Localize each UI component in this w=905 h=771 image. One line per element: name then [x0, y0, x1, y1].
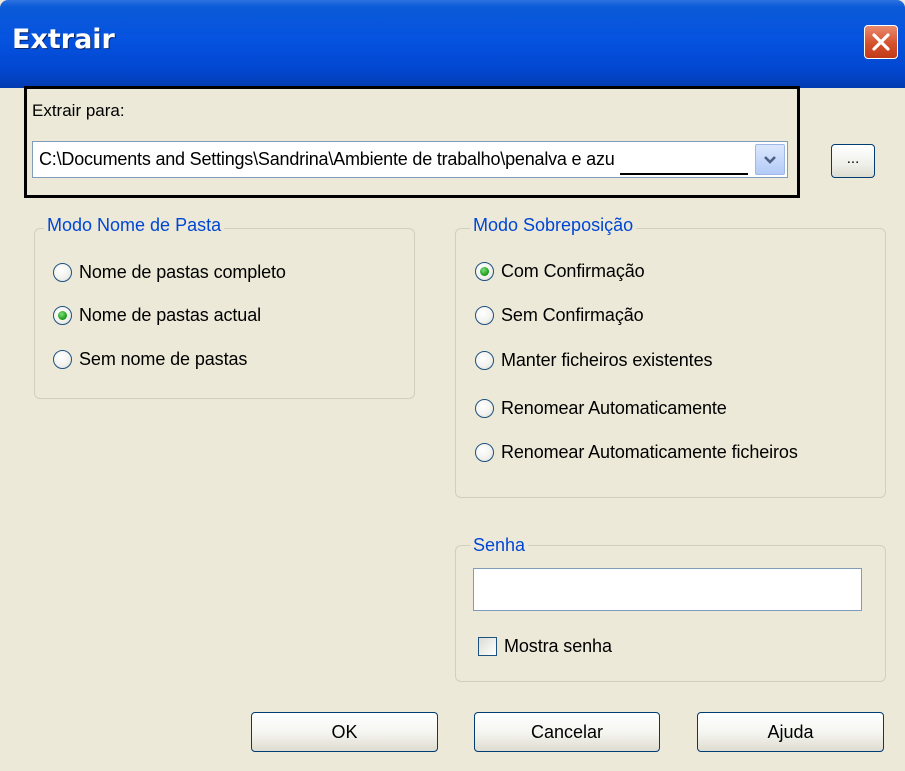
folder-mode-option-none[interactable]: Sem nome de pastas [53, 346, 247, 372]
show-password-checkbox-row[interactable]: Mostra senha [478, 633, 612, 659]
path-dropdown-button[interactable] [755, 144, 785, 175]
radio-button-checked[interactable] [53, 305, 72, 325]
overwrite-option-rename[interactable]: Renomear Automaticamente [475, 395, 727, 421]
overwrite-option-no-confirm[interactable]: Sem Confirmação [475, 302, 644, 328]
extract-to-label: Extrair para: [32, 101, 125, 120]
extract-path-value[interactable]: C:\Documents and Settings\Sandrina\Ambie… [39, 149, 615, 170]
window-title: Extrair [12, 24, 115, 55]
folder-mode-option-current[interactable]: Nome de pastas actual [53, 302, 261, 328]
help-button[interactable]: Ajuda [697, 712, 884, 752]
radio-button[interactable] [475, 305, 494, 325]
password-legend: Senha [470, 535, 529, 556]
radio-button[interactable] [53, 349, 72, 369]
radio-button[interactable] [475, 442, 494, 462]
overwrite-option-confirm[interactable]: Com Confirmação [475, 258, 645, 284]
password-input[interactable] [473, 568, 862, 611]
radio-button-checked[interactable] [475, 261, 494, 281]
overwrite-mode-legend: Modo Sobreposição [470, 215, 637, 236]
password-group [455, 545, 886, 682]
folder-mode-legend: Modo Nome de Pasta [44, 215, 225, 236]
radio-button[interactable] [53, 262, 72, 282]
close-button[interactable] [864, 25, 898, 59]
show-password-checkbox[interactable] [478, 636, 497, 656]
path-underline-mark [620, 173, 748, 175]
close-icon [872, 33, 890, 51]
chevron-down-icon [764, 156, 776, 164]
radio-button[interactable] [475, 350, 494, 370]
folder-mode-option-full[interactable]: Nome de pastas completo [53, 259, 286, 285]
cancel-button[interactable]: Cancelar [474, 712, 660, 752]
show-password-label: Mostra senha [504, 635, 612, 656]
overwrite-option-rename-files[interactable]: Renomear Automaticamente ficheiros [475, 439, 798, 465]
browse-button[interactable]: ... [831, 144, 875, 178]
overwrite-option-keep[interactable]: Manter ficheiros existentes [475, 347, 713, 373]
title-bar[interactable]: Extrair [0, 0, 905, 88]
extract-dialog: Extrair Extrair para: C:\Documents and S… [0, 0, 905, 771]
radio-button[interactable] [475, 398, 494, 418]
ok-button[interactable]: OK [251, 712, 438, 752]
